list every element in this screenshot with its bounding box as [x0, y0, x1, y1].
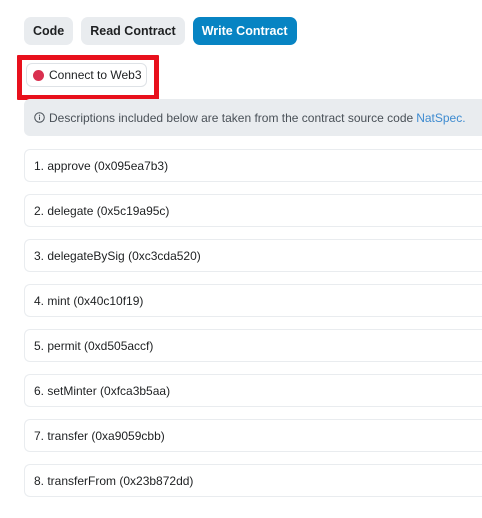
- notice-text: Descriptions included below are taken fr…: [49, 110, 414, 125]
- info-icon: [34, 112, 45, 123]
- connect-to-web3-button[interactable]: Connect to Web3: [26, 63, 147, 87]
- natspec-link[interactable]: NatSpec.: [416, 111, 465, 125]
- function-row-transfer[interactable]: 7. transfer (0xa9059cbb): [24, 419, 482, 452]
- connect-to-web3-label: Connect to Web3: [49, 68, 142, 82]
- function-row-delegate[interactable]: 2. delegate (0x5c19a95c): [24, 194, 482, 227]
- function-row-delegatebysig[interactable]: 3. delegateBySig (0xc3cda520): [24, 239, 482, 272]
- tab-read-contract[interactable]: Read Contract: [81, 17, 185, 45]
- natspec-notice: Descriptions included below are taken fr…: [24, 99, 482, 136]
- function-row-approve[interactable]: 1. approve (0x095ea7b3): [24, 149, 482, 182]
- function-row-transferfrom[interactable]: 8. transferFrom (0x23b872dd): [24, 464, 482, 497]
- contract-tabs: Code Read Contract Write Contract: [24, 17, 297, 45]
- function-row-setminter[interactable]: 6. setMinter (0xfca3b5aa): [24, 374, 482, 407]
- function-row-mint[interactable]: 4. mint (0x40c10f19): [24, 284, 482, 317]
- function-row-permit[interactable]: 5. permit (0xd505accf): [24, 329, 482, 362]
- tab-write-contract[interactable]: Write Contract: [192, 17, 297, 45]
- tab-code[interactable]: Code: [24, 17, 74, 45]
- write-functions-list: 1. approve (0x095ea7b3) 2. delegate (0x5…: [24, 149, 482, 509]
- connection-status-dot: [33, 69, 44, 81]
